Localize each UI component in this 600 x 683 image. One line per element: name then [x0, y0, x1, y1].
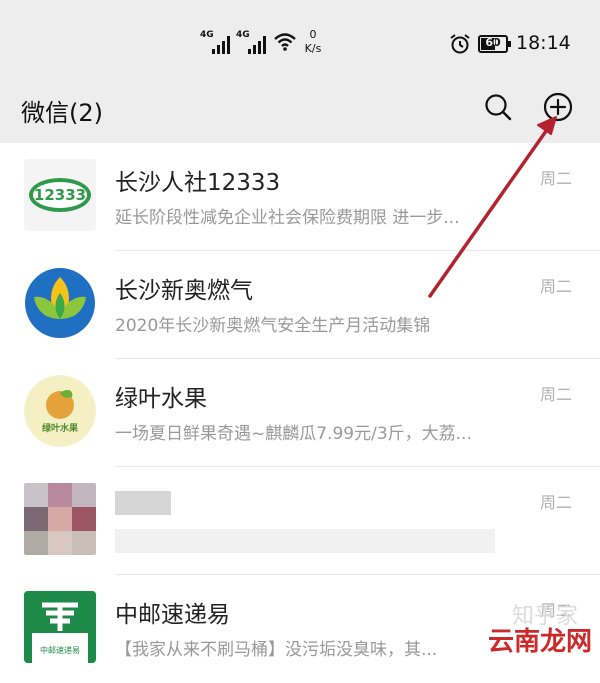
app-header: 微信(2) — [0, 85, 600, 143]
chat-name: 绿叶水果 — [115, 386, 207, 412]
chat-row[interactable]: 周二 — [0, 467, 600, 575]
avatar-fruit-logo: 绿叶水果 — [25, 376, 95, 446]
watermark: 云南龙网 — [487, 627, 592, 657]
chat-row[interactable]: 长沙新奥燃气 2020年长沙新奥燃气安全生产月活动集锦 周二 — [0, 251, 600, 359]
search-icon[interactable] — [482, 91, 514, 123]
status-bar: 4G 4G 0 K/s 60 18:14 — [0, 0, 600, 85]
network-speed-unit: K/s — [304, 42, 322, 55]
avatar-text: 中邮速递易 — [40, 645, 80, 655]
avatar-text: 12333 — [34, 186, 86, 204]
cellular-signal-1-icon: 4G — [200, 30, 234, 54]
battery-icon: 60 — [478, 35, 511, 53]
pixelated-avatar — [24, 483, 96, 555]
blurred-name — [115, 491, 171, 515]
chat-name: 中邮速递易 — [115, 602, 230, 628]
avatar-post-logo: 中邮速递易 — [24, 591, 96, 663]
chat-name: 长沙人社12333 — [115, 170, 281, 196]
avatar: 12333 — [24, 159, 96, 231]
avatar-text: 绿叶水果 — [42, 422, 79, 434]
wifi-icon — [274, 33, 296, 51]
avatar: 绿叶水果 — [24, 375, 96, 447]
status-time: 18:14 — [516, 32, 571, 54]
avatar-12333-logo: 12333 — [24, 159, 96, 231]
network-speed-value: 0 — [309, 28, 317, 41]
page-title: 微信(2) — [21, 99, 103, 127]
network-type-label: 4G — [200, 30, 214, 40]
network-speed: 0 K/s — [302, 28, 324, 56]
chat-time: 周二 — [539, 493, 572, 512]
chat-row[interactable]: 绿叶水果 绿叶水果 一场夏日鲜果奇遇~麒麟瓜7.99元/3斤，大荔... 周二 — [0, 359, 600, 467]
chat-preview: 延长阶段性减免企业社会保险费期限 进一步... — [115, 208, 460, 228]
chat-preview: 【我家从来不刷马桶】没污垢没臭味，其... — [115, 640, 438, 660]
battery-level: 60 — [485, 36, 501, 49]
chat-row[interactable]: 12333 长沙人社12333 延长阶段性减免企业社会保险费期限 进一步... … — [0, 143, 600, 251]
alarm-clock-icon — [450, 34, 470, 54]
avatar-blurred — [24, 483, 96, 555]
avatar-gas-logo — [25, 268, 95, 338]
chat-preview: 一场夏日鲜果奇遇~麒麟瓜7.99元/3斤，大荔... — [115, 424, 472, 444]
chat-name: 长沙新奥燃气 — [115, 278, 253, 304]
chat-time: 周二 — [539, 169, 572, 188]
cellular-signal-2-icon: 4G — [236, 30, 270, 54]
chat-time: 周二 — [539, 385, 572, 404]
plus-circle-icon[interactable] — [542, 91, 574, 123]
chat-time: 周二 — [539, 277, 572, 296]
network-type-label: 4G — [236, 30, 250, 40]
chat-preview: 2020年长沙新奥燃气安全生产月活动集锦 — [115, 316, 431, 336]
blurred-preview — [115, 529, 495, 553]
avatar: 中邮速递易 — [24, 591, 96, 663]
avatar — [24, 267, 96, 339]
